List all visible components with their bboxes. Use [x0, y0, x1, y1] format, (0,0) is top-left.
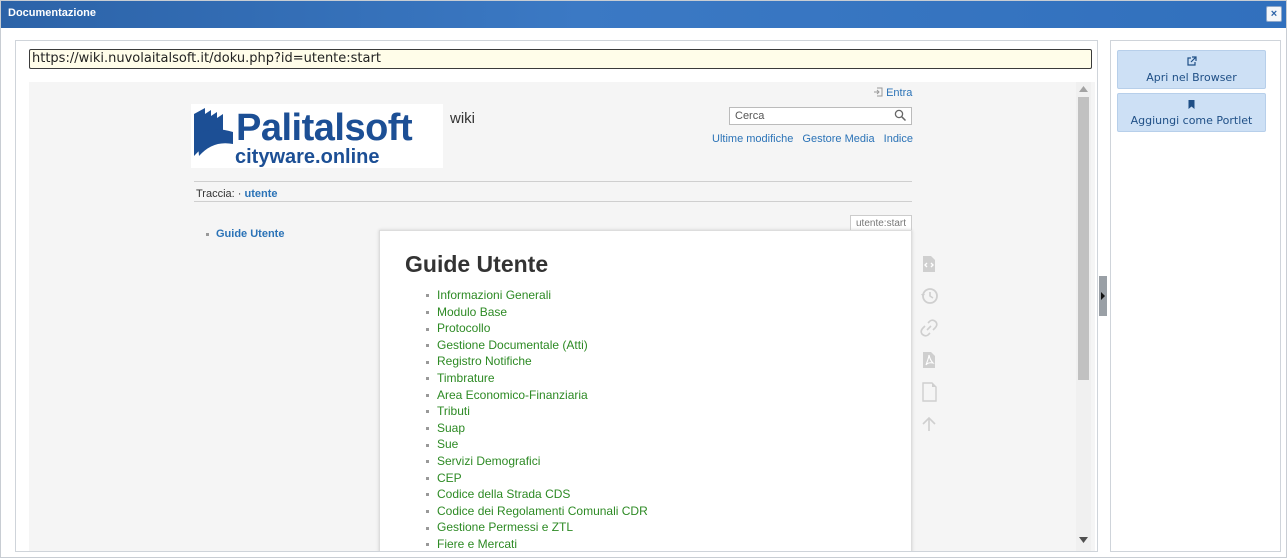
list-item[interactable]: Registro Notifiche [426, 353, 648, 370]
wiki-page-content: Guide Utente Informazioni Generali Modul… [379, 230, 912, 551]
logo-flag-icon [194, 108, 233, 156]
palitalsoft-logo[interactable]: Palitalsoft cityware.online [191, 104, 443, 168]
source-icon[interactable] [919, 254, 939, 274]
list-item[interactable]: Gestione Permessi e ZTL [426, 519, 648, 536]
search-icon[interactable] [894, 109, 907, 122]
window-titlebar: Documentazione × [1, 1, 1286, 28]
logo-subtitle: cityware.online [235, 146, 380, 168]
history-icon[interactable] [919, 286, 939, 306]
list-item[interactable]: Suap [426, 420, 648, 437]
logo-name: Palitalsoft [236, 107, 413, 149]
close-button[interactable]: × [1266, 6, 1282, 22]
pdf-export-icon[interactable] [919, 350, 939, 370]
login-icon [874, 87, 883, 97]
login-label: Entra [886, 87, 913, 99]
scrollbar-thumb[interactable] [1078, 97, 1089, 380]
list-item[interactable]: Codice dei Regolamenti Comunali CDR [426, 503, 648, 520]
add-as-portlet-button[interactable]: Aggiungi come Portlet [1117, 93, 1266, 132]
browser-panel: https://wiki.nuvolaitalsoft.it/doku.php?… [15, 40, 1098, 552]
wiki-top-links: Ultime modifiche Gestore Media Indice [706, 133, 913, 145]
guides-list: Informazioni Generali Modulo Base Protoc… [426, 287, 648, 551]
list-item[interactable]: Area Economico-Finanziaria [426, 387, 648, 404]
bullet [206, 232, 209, 236]
list-item[interactable]: CEP [426, 470, 648, 487]
blank-page-icon[interactable] [919, 382, 939, 402]
recent-changes-link[interactable]: Ultime modifiche [712, 133, 793, 145]
list-item[interactable]: Servizi Demografici [426, 453, 648, 470]
divider [194, 201, 912, 202]
add-as-portlet-label: Aggiungi come Portlet [1130, 114, 1253, 127]
media-manager-link[interactable]: Gestore Media [802, 133, 874, 145]
list-item[interactable]: Timbrature [426, 370, 648, 387]
url-input[interactable]: https://wiki.nuvolaitalsoft.it/doku.php?… [29, 49, 1092, 69]
page-title: Guide Utente [405, 251, 549, 277]
breadcrumb-current-link[interactable]: utente [245, 188, 278, 200]
wiki-search-input[interactable]: Cerca [729, 107, 912, 125]
external-link-icon [1187, 56, 1197, 66]
list-item[interactable]: Modulo Base [426, 304, 648, 321]
list-item[interactable]: Fiere e Mercati [426, 536, 648, 551]
collapse-arrow-icon [1101, 292, 1105, 300]
breadcrumb-prefix: Traccia: [196, 188, 235, 200]
panel-splitter-handle[interactable] [1099, 276, 1107, 316]
wiki-sidebar: Guide Utente [206, 228, 284, 240]
open-in-browser-button[interactable]: Apri nel Browser [1117, 50, 1266, 89]
breadcrumb: Traccia: · utente [196, 188, 278, 200]
side-actions-panel: Apri nel Browser Aggiungi come Portlet [1110, 40, 1281, 552]
list-item[interactable]: Codice della Strada CDS [426, 486, 648, 503]
wiki-frame: Palitalsoft cityware.online wiki Entra C… [29, 82, 1095, 551]
vertical-scrollbar[interactable] [1076, 82, 1091, 551]
open-in-browser-label: Apri nel Browser [1146, 71, 1237, 84]
login-link[interactable]: Entra [873, 87, 912, 99]
window-title: Documentazione [8, 7, 97, 19]
list-item[interactable]: Sue [426, 436, 648, 453]
back-to-top-icon[interactable] [919, 414, 939, 434]
divider [194, 181, 912, 182]
list-item[interactable]: Gestione Documentale (Atti) [426, 337, 648, 354]
list-item[interactable]: Protocollo [426, 320, 648, 337]
scroll-down-icon[interactable] [1079, 537, 1088, 543]
index-link[interactable]: Indice [884, 133, 913, 145]
breadcrumb-separator: · [237, 188, 242, 200]
bookmark-icon [1188, 100, 1195, 109]
wiki-label: wiki [450, 110, 475, 127]
search-placeholder: Cerca [735, 110, 765, 122]
sidebar-item-guide-utente[interactable]: Guide Utente [216, 228, 284, 240]
backlinks-icon[interactable] [919, 318, 939, 338]
list-item[interactable]: Tributi [426, 403, 648, 420]
scroll-up-icon[interactable] [1079, 86, 1088, 92]
documentation-window: Documentazione × https://wiki.nuvolaital… [0, 0, 1287, 558]
list-item[interactable]: Informazioni Generali [426, 287, 648, 304]
